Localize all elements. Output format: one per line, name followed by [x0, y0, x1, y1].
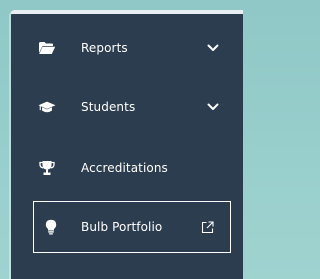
chevron-down-icon[interactable]: [206, 100, 220, 114]
folder-open-icon: [38, 40, 56, 56]
lightbulb-icon: [42, 219, 60, 235]
external-link-icon[interactable]: [200, 220, 214, 234]
sidebar-item-label: Students: [81, 100, 136, 114]
sidebar-item-bulb-portfolio[interactable]: Bulb Portfolio: [33, 201, 231, 253]
trophy-icon: [38, 160, 56, 176]
sidebar-item-label: Accreditations: [81, 161, 168, 175]
sidebar-item-accreditations[interactable]: Accreditations: [22, 150, 230, 186]
sidebar-top-edge: [11, 10, 243, 14]
sidebar-item-label: Reports: [81, 41, 128, 55]
sidebar-item-students[interactable]: Students: [22, 89, 230, 125]
chevron-down-icon[interactable]: [206, 41, 220, 55]
sidebar-item-label: Bulb Portfolio: [81, 220, 163, 234]
sidebar-item-reports[interactable]: Reports: [22, 30, 230, 66]
graduation-cap-icon: [38, 99, 56, 115]
